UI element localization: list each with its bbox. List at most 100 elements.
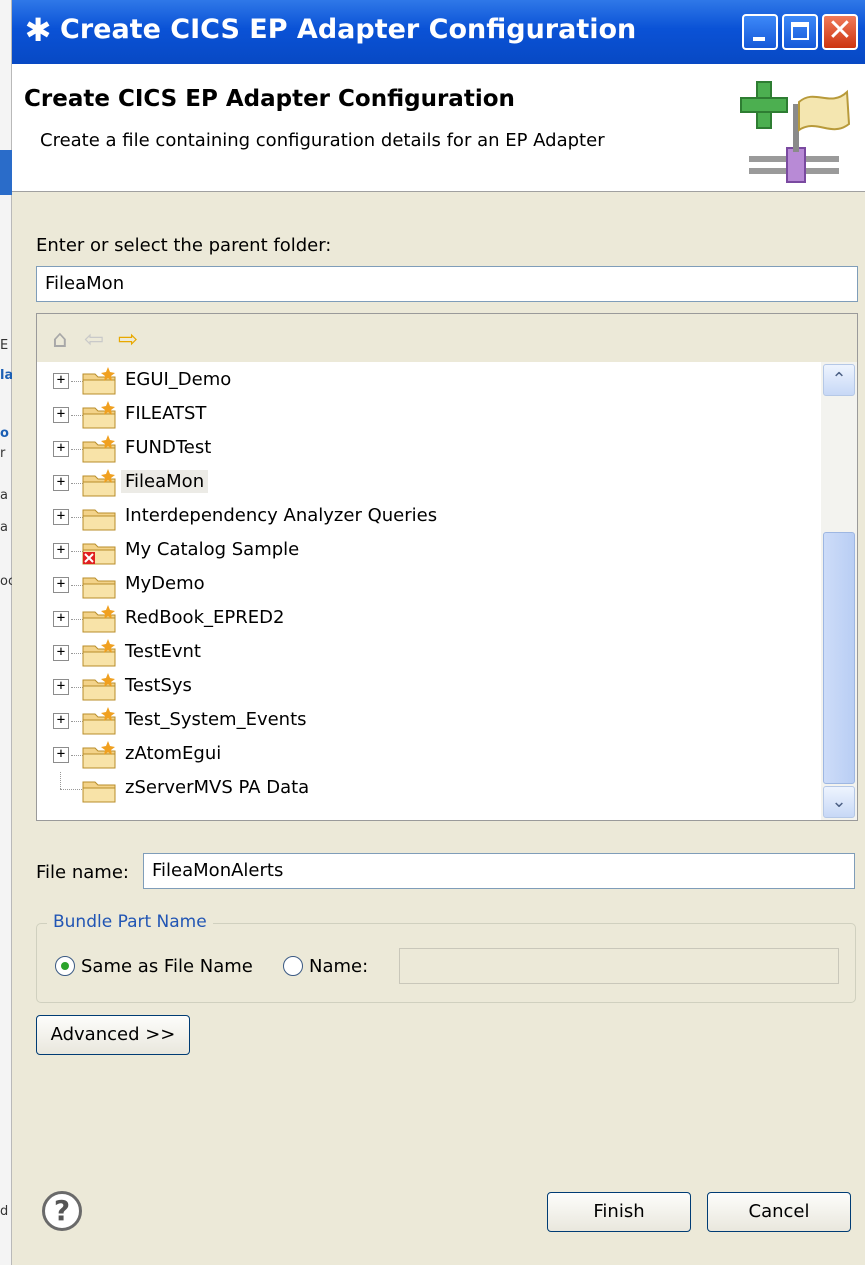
maximize-icon	[791, 22, 809, 40]
tree-item[interactable]: + Test_System_Events	[51, 704, 811, 738]
expand-icon[interactable]: +	[53, 543, 69, 559]
expand-icon[interactable]: +	[53, 611, 69, 627]
new-adapter-wizard-icon	[740, 81, 851, 183]
tree-connector	[60, 772, 61, 789]
same-as-file-name-label[interactable]: Same as File Name	[81, 956, 253, 977]
expand-icon[interactable]: +	[53, 475, 69, 491]
tree-list: + EGUI_Demo + FILEATST + FUNDTest + File…	[37, 362, 819, 820]
chevron-up-icon: ⌃	[831, 369, 847, 390]
gear-star-icon: ✱	[24, 11, 52, 49]
background-window: E la o r a a oc d	[0, 0, 12, 1265]
project-folder-icon	[82, 639, 116, 667]
expand-icon[interactable]: +	[53, 747, 69, 763]
home-icon[interactable]: ⌂	[47, 326, 73, 352]
tree-toolbar: ⌂ ⇦ ⇨	[37, 314, 857, 362]
folder-tree[interactable]: ⌂ ⇦ ⇨ + EGUI_Demo + FILEATST + FUNDTest	[36, 313, 858, 821]
background-window-titlebar	[0, 150, 12, 195]
background-window-text: a	[0, 520, 8, 535]
tree-item-label: zServerMVS PA Data	[125, 777, 310, 798]
minimize-icon	[753, 37, 765, 41]
expand-icon[interactable]: +	[53, 713, 69, 729]
background-window-text: o	[0, 426, 9, 441]
expand-icon[interactable]: +	[53, 645, 69, 661]
group-title: Bundle Part Name	[47, 912, 213, 932]
parent-folder-label: Enter or select the parent folder:	[36, 235, 332, 256]
tree-connector	[60, 789, 82, 790]
scroll-down-button[interactable]: ⌄	[823, 786, 855, 818]
scroll-up-button[interactable]: ⌃	[823, 364, 855, 396]
tree-item-label: EGUI_Demo	[125, 369, 232, 390]
tree-item[interactable]: + EGUI_Demo	[51, 364, 811, 398]
tree-item-label: FileaMon	[121, 470, 209, 493]
vertical-scrollbar[interactable]: ⌃ ⌄	[821, 362, 857, 820]
page-description: Create a file containing configuration d…	[40, 130, 605, 151]
background-window-text: la	[0, 368, 12, 383]
folder-icon	[82, 577, 116, 599]
tree-item-label: zAtomEgui	[125, 743, 222, 764]
project-folder-icon	[82, 707, 116, 735]
background-window-text: oc	[0, 574, 12, 589]
file-name-label: File name:	[36, 862, 129, 883]
maximize-button[interactable]	[782, 14, 818, 50]
forward-arrow-icon[interactable]: ⇨	[115, 326, 141, 352]
minimize-button[interactable]	[742, 14, 778, 50]
background-window-text: a	[0, 488, 8, 503]
tree-item[interactable]: + My Catalog Sample	[51, 534, 811, 568]
close-button[interactable]: ✕	[822, 14, 858, 50]
help-icon[interactable]: ?	[42, 1191, 82, 1231]
tree-item-label: Test_System_Events	[125, 709, 307, 730]
cancel-button[interactable]: Cancel	[707, 1192, 851, 1232]
tree-item-label: Interdependency Analyzer Queries	[125, 505, 438, 526]
wizard-dialog: ✱ Create CICS EP Adapter Configuration ✕…	[12, 0, 865, 1265]
expand-icon[interactable]: +	[53, 441, 69, 457]
close-icon: ✕	[827, 13, 853, 48]
expand-icon[interactable]: +	[53, 373, 69, 389]
tree-item-label: MyDemo	[125, 573, 205, 594]
project-folder-icon	[82, 673, 116, 701]
file-name-input[interactable]: FileaMonAlerts	[143, 853, 855, 889]
background-window-text: E	[0, 338, 9, 353]
expand-icon[interactable]: +	[53, 407, 69, 423]
name-label[interactable]: Name:	[309, 956, 368, 977]
finish-button[interactable]: Finish	[547, 1192, 691, 1232]
tree-item-label: FILEATST	[125, 403, 207, 424]
same-as-file-name-radio[interactable]	[55, 956, 75, 976]
advanced-button[interactable]: Advanced >>	[36, 1015, 190, 1055]
project-folder-icon	[82, 605, 116, 633]
tree-item-label: RedBook_EPRED2	[125, 607, 285, 628]
tree-item-label: My Catalog Sample	[125, 539, 300, 560]
tree-item-label: TestEvnt	[125, 641, 201, 662]
title-bar[interactable]: ✱ Create CICS EP Adapter Configuration ✕	[12, 0, 865, 64]
project-folder-icon	[82, 435, 116, 463]
project-folder-icon	[82, 401, 116, 429]
tree-item-selected[interactable]: + FileaMon	[51, 466, 811, 500]
tree-item[interactable]: + FILEATST	[51, 398, 811, 432]
tree-item-label: TestSys	[125, 675, 192, 696]
folder-icon	[82, 781, 116, 803]
page-title: Create CICS EP Adapter Configuration	[24, 86, 515, 112]
expand-icon[interactable]: +	[53, 509, 69, 525]
tree-item[interactable]: + FUNDTest	[51, 432, 811, 466]
parent-folder-input[interactable]: FileaMon	[36, 266, 858, 302]
wizard-banner: Create CICS EP Adapter Configuration Cre…	[12, 64, 865, 192]
back-arrow-icon[interactable]: ⇦	[81, 326, 107, 352]
bundle-part-name-group: Bundle Part Name Same as File Name Name:	[36, 912, 856, 1003]
error-folder-icon	[82, 543, 116, 565]
expand-icon[interactable]: +	[53, 679, 69, 695]
chevron-down-icon: ⌄	[831, 791, 847, 812]
tree-item[interactable]: zServerMVS PA Data	[51, 772, 811, 806]
tree-item[interactable]: + Interdependency Analyzer Queries	[51, 500, 811, 534]
scrollbar-thumb[interactable]	[823, 532, 855, 784]
tree-item[interactable]: + RedBook_EPRED2	[51, 602, 811, 636]
expand-icon[interactable]: +	[53, 577, 69, 593]
tree-item[interactable]: + TestSys	[51, 670, 811, 704]
tree-item[interactable]: + MyDemo	[51, 568, 811, 602]
tree-item-label: FUNDTest	[125, 437, 212, 458]
tree-item[interactable]: + TestEvnt	[51, 636, 811, 670]
name-radio[interactable]	[283, 956, 303, 976]
tree-item[interactable]: + zAtomEgui	[51, 738, 811, 772]
background-window-text: r	[0, 446, 6, 461]
project-folder-icon	[82, 367, 116, 395]
bundle-part-name-input[interactable]	[399, 948, 839, 984]
window-title: Create CICS EP Adapter Configuration	[60, 14, 637, 45]
